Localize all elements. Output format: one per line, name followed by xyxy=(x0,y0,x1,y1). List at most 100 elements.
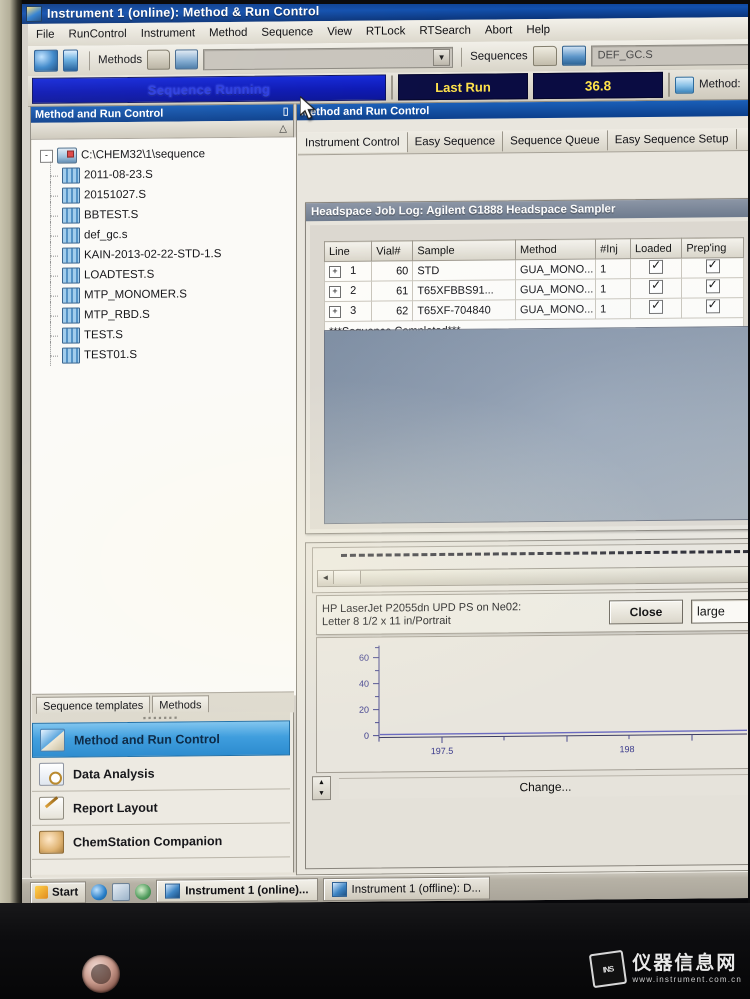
tree-item[interactable]: 2011-08-23.S xyxy=(38,163,296,185)
cell-inj: 1 xyxy=(595,298,631,319)
tree-item-label: 2011-08-23.S xyxy=(84,168,153,182)
checkbox-checked-icon[interactable] xyxy=(705,279,720,294)
checkbox-checked-icon[interactable] xyxy=(705,259,720,274)
start-button[interactable]: Start xyxy=(30,880,87,904)
expand-icon[interactable]: + xyxy=(329,265,341,279)
explorer-icon[interactable] xyxy=(112,882,131,901)
tree-item[interactable]: MTP_MONOMER.S xyxy=(38,283,296,305)
pin-icon[interactable]: ⌷ xyxy=(282,106,289,119)
tree-item[interactable]: def_gc.s xyxy=(38,223,296,245)
tab-instrument-control[interactable]: Instrument Control xyxy=(298,132,408,154)
col-preping[interactable]: Prep'ing xyxy=(681,237,744,259)
sample-vials-icon[interactable] xyxy=(34,49,58,72)
menu-item-runcontrol[interactable]: RunControl xyxy=(69,28,127,41)
menu-item-abort[interactable]: Abort xyxy=(485,24,513,36)
checkbox-checked-icon[interactable] xyxy=(649,299,664,314)
tab-easy-sequence[interactable]: Easy Sequence xyxy=(407,131,504,153)
media-player-icon[interactable] xyxy=(135,883,152,900)
report-layout-icon xyxy=(39,796,64,820)
col-vial[interactable]: Vial# xyxy=(371,240,413,262)
cell-line[interactable]: + 3 xyxy=(324,301,372,322)
folder-drive-icon xyxy=(57,147,77,164)
windows-flag-icon xyxy=(35,885,48,899)
tab-sequence-queue[interactable]: Sequence Queue xyxy=(503,130,608,152)
spinner-control[interactable]: ▲ ▼ xyxy=(312,776,331,801)
cell-loaded[interactable] xyxy=(630,258,682,279)
menu-item-rtlock[interactable]: RTLock xyxy=(366,25,405,37)
cell-preping[interactable] xyxy=(681,257,744,279)
scroll-left-icon[interactable]: ◄ xyxy=(318,571,334,585)
change-button[interactable]: Change... xyxy=(339,773,750,799)
nav-item-report-layout[interactable]: Report Layout xyxy=(32,789,290,826)
font-size-field[interactable]: large xyxy=(691,598,750,624)
menu-item-help[interactable]: Help xyxy=(526,24,550,36)
checkbox-checked-icon[interactable] xyxy=(649,279,664,294)
printer-info-bar: HP LaserJet P2055dn UPD PS on Ne02: Lett… xyxy=(316,590,750,636)
tree-item[interactable]: MTP_RBD.S xyxy=(38,303,296,325)
cell-line-value: 3 xyxy=(350,304,357,317)
expand-icon[interactable]: + xyxy=(329,305,341,319)
col-line[interactable]: Line xyxy=(324,241,372,262)
sequence-tree[interactable]: - C:\CHEM32\1\sequence 2011-08-23.S 2015… xyxy=(32,137,296,698)
taskbar-item-instrument-offline[interactable]: Instrument 1 (offline): D... xyxy=(322,876,491,902)
col-inj[interactable]: #Inj xyxy=(595,238,631,259)
menu-item-instrument[interactable]: Instrument xyxy=(141,27,195,40)
col-sample[interactable]: Sample xyxy=(412,239,516,261)
spinner-up-icon[interactable]: ▲ xyxy=(318,779,325,786)
tree-item[interactable]: LOADTEST.S xyxy=(38,263,296,285)
cell-loaded[interactable] xyxy=(630,298,682,319)
sequences-combobox[interactable]: DEF_GC.S xyxy=(590,43,750,67)
signal-plot[interactable]: 60 40 20 0 197.5 198 xyxy=(316,632,750,774)
tree-item[interactable]: 20151027.S xyxy=(38,183,296,205)
save-sequence-icon[interactable] xyxy=(561,45,586,66)
method-indicator-label: Method: xyxy=(699,78,741,91)
cell-line[interactable]: + 2 xyxy=(324,281,372,302)
left-dock-panel: Method and Run Control ⌷ △ - C:\CHEM32\1… xyxy=(30,103,296,893)
col-method[interactable]: Method xyxy=(515,238,596,260)
cell-preping[interactable] xyxy=(681,297,744,319)
cell-loaded[interactable] xyxy=(630,278,682,299)
nav-item-method-run-control[interactable]: Method and Run Control xyxy=(32,720,290,758)
font-size-value: large xyxy=(697,604,725,619)
cell-line[interactable]: + 1 xyxy=(324,261,372,282)
single-vial-icon[interactable] xyxy=(63,49,78,72)
checkbox-checked-icon[interactable] xyxy=(705,299,720,314)
collapse-icon[interactable]: - xyxy=(40,149,53,163)
nav-item-data-analysis[interactable]: Data Analysis xyxy=(32,755,290,792)
checkbox-checked-icon[interactable] xyxy=(649,259,664,274)
tree-item-label: TEST.S xyxy=(84,329,123,342)
tab-easy-sequence-setup[interactable]: Easy Sequence Setup xyxy=(607,129,737,151)
menu-item-sequence[interactable]: Sequence xyxy=(261,26,313,38)
scrollbar-thumb[interactable] xyxy=(334,570,361,585)
tree-item[interactable]: TEST.S xyxy=(38,323,296,345)
tree-item[interactable]: TEST01.S xyxy=(38,343,296,365)
internet-explorer-icon[interactable] xyxy=(91,883,108,900)
nav-item-chemstation-companion[interactable]: ChemStation Companion xyxy=(32,823,290,860)
methods-combobox[interactable]: ▼ xyxy=(203,46,454,70)
taskbar-item-instrument-online[interactable]: Instrument 1 (online)... xyxy=(156,878,318,903)
sort-icon[interactable]: △ xyxy=(279,123,287,134)
change-toolbar: ▲ ▼ Change... xyxy=(312,771,750,801)
tree-root-node[interactable]: - C:\CHEM32\1\sequence xyxy=(38,143,296,165)
tab-methods[interactable]: Methods xyxy=(152,695,209,714)
tab-methods-label: Methods xyxy=(159,698,202,712)
preview-horizontal-scrollbar[interactable]: ◄ xyxy=(317,566,749,588)
menu-item-rtsearch[interactable]: RTSearch xyxy=(419,25,471,37)
spinner-down-icon[interactable]: ▼ xyxy=(318,790,325,797)
run-time-value: 36.8 xyxy=(584,77,612,94)
tree-item[interactable]: BBTEST.S xyxy=(38,203,296,225)
menu-item-file[interactable]: File xyxy=(36,29,55,41)
open-sequence-icon[interactable] xyxy=(532,45,557,67)
menu-item-method[interactable]: Method xyxy=(209,27,247,39)
col-loaded[interactable]: Loaded xyxy=(630,238,682,259)
menu-item-view[interactable]: View xyxy=(327,26,352,38)
method-indicator: Method: xyxy=(675,76,741,94)
chevron-down-icon[interactable]: ▼ xyxy=(433,48,451,66)
expand-icon[interactable]: + xyxy=(329,285,341,299)
cell-preping[interactable] xyxy=(681,277,744,299)
save-method-icon[interactable] xyxy=(175,49,199,70)
open-method-icon[interactable] xyxy=(147,49,171,70)
sequence-file-icon xyxy=(62,327,80,344)
tree-item[interactable]: KAIN-2013-02-22-STD-1.S xyxy=(38,243,296,265)
close-button[interactable]: Close xyxy=(609,599,683,625)
